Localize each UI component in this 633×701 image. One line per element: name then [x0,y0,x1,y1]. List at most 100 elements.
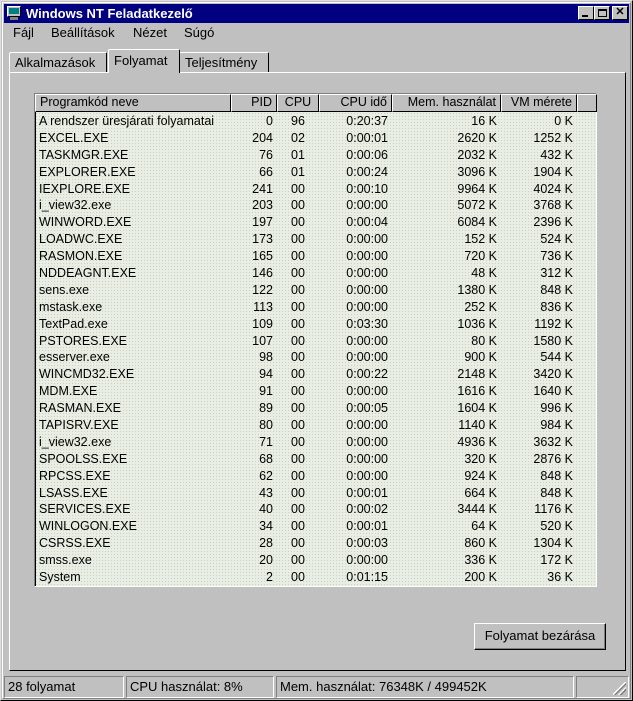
cell-vm-size: 996 K [540,401,573,416]
table-row[interactable]: i_view32.exe 203 00 0:00:00 5072 K 3768 K [35,197,597,214]
process-list-header: Programkód neve PID CPU CPU idő Mem. has… [35,94,597,112]
cell-cpu: 00 [291,553,305,568]
column-header-vm-size[interactable]: VM mérete [501,94,577,112]
column-header-mem-usage[interactable]: Mem. használat [392,94,501,112]
table-row[interactable]: RASMAN.EXE 89 00 0:00:05 1604 K 996 K [35,400,597,417]
table-row[interactable]: TAPISRV.EXE 80 00 0:00:00 1140 K 984 K [35,417,597,434]
table-row[interactable]: MDM.EXE 91 00 0:00:00 1616 K 1640 K [35,383,597,400]
table-row[interactable]: PSTORES.EXE 107 00 0:00:00 80 K 1580 K [35,333,597,350]
table-row[interactable]: TextPad.exe 109 00 0:03:30 1036 K 1192 K [35,316,597,333]
cell-cpu-time: 0:00:00 [346,266,388,281]
cell-vm-size: 3420 K [533,367,573,382]
table-row[interactable]: esserver.exe 98 00 0:00:00 900 K 544 K [35,349,597,366]
monitor-icon[interactable] [6,6,22,21]
table-row[interactable]: WINLOGON.EXE 34 00 0:00:01 64 K 520 K [35,518,597,535]
cell-cpu: 01 [291,164,305,179]
cell-cpu: 00 [291,333,305,348]
cell-name: mstask.exe [39,299,103,314]
cell-cpu-time: 0:00:00 [346,299,388,314]
column-header-cpu[interactable]: CPU [277,94,319,112]
cell-pid: 34 [259,519,273,534]
resize-grip-icon[interactable] [613,682,626,695]
table-row[interactable]: TASKMGR.EXE 76 01 0:00:06 2032 K 432 K [35,147,597,164]
status-bar: 28 folyamat CPU használat: 8% Mem. haszn… [4,676,629,698]
cell-name: LOADWC.EXE [39,232,123,247]
cell-mem-usage: 252 K [464,299,497,314]
minimize-button[interactable] [578,6,594,20]
cell-pid: 2 [266,570,273,585]
cell-vm-size: 2396 K [533,215,573,230]
cell-cpu: 00 [291,316,305,331]
table-row[interactable]: mstask.exe 113 00 0:00:00 252 K 836 K [35,299,597,316]
table-row[interactable]: A rendszer üresjárati folyamatai 0 96 0:20:… [35,113,597,130]
end-process-button[interactable]: Folyamat bezárása [474,623,606,650]
cell-vm-size: 172 K [540,553,573,568]
table-row[interactable]: sens.exe 122 00 0:00:00 1380 K 848 K [35,282,597,299]
cell-vm-size: 3768 K [533,198,573,213]
cell-cpu: 00 [291,350,305,365]
cell-name: CSRSS.EXE [39,536,111,551]
table-row[interactable]: smss.exe 20 00 0:00:00 336 K 172 K [35,552,597,569]
cell-pid: 20 [259,553,273,568]
tab-applications[interactable]: Alkalmazások [9,52,107,72]
table-row[interactable]: EXCEL.EXE 204 02 0:00:01 2620 K 1252 K [35,130,597,147]
window-title: Windows NT Feladatkezelő [26,6,193,21]
cell-mem-usage: 1380 K [457,282,497,297]
table-row[interactable]: System 2 00 0:01:15 200 K 36 K [35,569,597,586]
cell-pid: 94 [259,367,273,382]
cell-vm-size: 1252 K [533,130,573,145]
cell-name: SPOOLSS.EXE [39,451,128,466]
menu-view[interactable]: Nézet [133,25,167,40]
cell-cpu: 00 [291,536,305,551]
table-row[interactable]: WINCMD32.EXE 94 00 0:00:22 2148 K 3420 K [35,366,597,383]
cell-vm-size: 524 K [540,232,573,247]
menu-help[interactable]: Súgó [184,25,214,40]
cell-vm-size: 848 K [540,468,573,483]
menu-file[interactable]: Fájl [13,25,34,40]
cell-name: WINLOGON.EXE [39,519,137,534]
tab-processes[interactable]: Folyamat [108,49,180,73]
table-row[interactable]: SPOOLSS.EXE 68 00 0:00:00 320 K 2876 K [35,451,597,468]
cell-mem-usage: 1140 K [458,418,497,433]
cell-cpu-time: 0:03:30 [346,316,388,331]
maximize-button[interactable] [594,6,610,20]
column-header-pid[interactable]: PID [231,94,277,112]
column-header-cpu-time[interactable]: CPU idő [319,94,392,112]
table-row[interactable]: IEXPLORE.EXE 241 00 0:00:10 9964 K 4024 K [35,181,597,198]
cell-vm-size: 984 K [540,418,573,433]
title-bar[interactable]: Windows NT Feladatkezelő ✕ [4,4,629,23]
cell-cpu: 00 [291,485,305,500]
table-row[interactable]: i_view32.exe 71 00 0:00:00 4936 K 3632 K [35,434,597,451]
cell-cpu: 00 [291,299,305,314]
table-row[interactable]: CSRSS.EXE 28 00 0:00:03 860 K 1304 K [35,535,597,552]
cell-cpu-time: 0:00:00 [346,468,388,483]
cell-name: i_view32.exe [39,198,112,213]
table-row[interactable]: WINWORD.EXE 197 00 0:00:04 6084 K 2396 K [35,214,597,231]
cell-mem-usage: 200 K [464,570,497,585]
cell-mem-usage: 336 K [464,553,497,568]
cell-cpu: 01 [291,147,305,162]
cell-cpu-time: 0:00:00 [346,451,388,466]
tab-performance[interactable]: Teljesítmény [179,52,269,72]
cell-cpu-time: 0:00:00 [346,384,388,399]
table-row[interactable]: SERVICES.EXE 40 00 0:00:02 3444 K 1176 K [35,501,597,518]
status-cpu-usage: CPU használat: 8% [126,676,274,698]
cell-cpu: 00 [291,181,305,196]
cell-name: IEXPLORE.EXE [39,181,131,196]
table-row[interactable]: LSASS.EXE 43 00 0:00:01 664 K 848 K [35,485,597,502]
cell-name: System [39,570,81,585]
close-button[interactable]: ✕ [612,6,628,20]
table-row[interactable]: RASMON.EXE 165 00 0:00:00 720 K 736 K [35,248,597,265]
table-row[interactable]: RPCSS.EXE 62 00 0:00:00 924 K 848 K [35,468,597,485]
cell-mem-usage: 3096 K [457,164,497,179]
cell-vm-size: 4024 K [533,181,573,196]
menu-settings[interactable]: Beállítások [51,25,115,40]
cell-mem-usage: 664 K [464,485,497,500]
table-row[interactable]: LOADWC.EXE 173 00 0:00:00 152 K 524 K [35,231,597,248]
process-list[interactable]: Programkód neve PID CPU CPU idő Mem. has… [34,93,597,587]
column-header-name[interactable]: Programkód neve [35,94,231,112]
cell-cpu-time: 0:00:03 [346,536,388,551]
table-row[interactable]: EXPLORER.EXE 66 01 0:00:24 3096 K 1904 K [35,164,597,181]
cell-cpu: 00 [291,570,305,585]
table-row[interactable]: NDDEAGNT.EXE 146 00 0:00:00 48 K 312 K [35,265,597,282]
